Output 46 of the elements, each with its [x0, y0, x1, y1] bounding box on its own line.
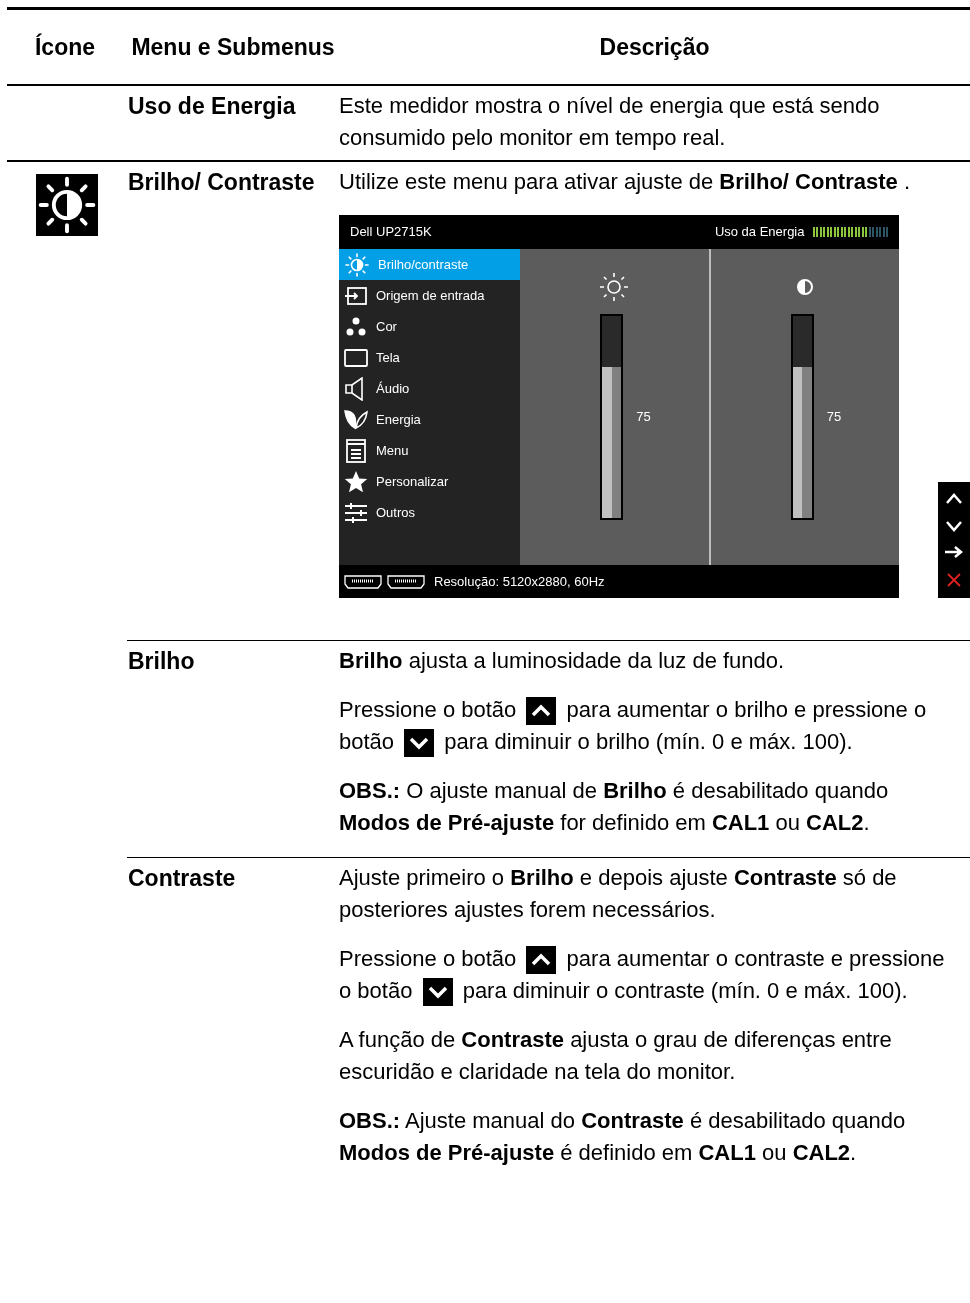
leaf-icon [344, 407, 368, 432]
column-header: Ícone [33, 32, 97, 62]
down-chevron-icon [404, 729, 435, 758]
sliders-icon [344, 500, 368, 525]
osd-menu-item[interactable]: Personalizar [339, 466, 520, 497]
energy-use-label: Uso da Energia [714, 223, 805, 242]
osd-menu-item[interactable]: Menu [339, 435, 520, 466]
column-header: Descrição [598, 33, 711, 62]
osd-menu-item[interactable]: Cor [339, 311, 520, 342]
brightness-icon [36, 174, 98, 236]
osd-menu-item[interactable]: Áudio [339, 373, 520, 404]
monitor-model: Dell UP2715K [350, 223, 432, 242]
up-chevron-icon [526, 697, 557, 726]
description-text: Brilho ajusta a luminosidade da luz de fundo. [339, 648, 785, 673]
video-port-icon [387, 574, 425, 589]
document-icon [344, 438, 368, 463]
description-text: OBS.: Ajuste manual do Contraste é desabilitado quando Modos de Pré-ajuste é definido em CAL1 ou CAL2. [339, 1108, 906, 1165]
slider-track[interactable] [790, 314, 814, 520]
slider-track[interactable] [600, 314, 624, 520]
description-text: Este medidor mostra o nível de energia que está sendo consumido pelo monitor em tempo real. [339, 93, 880, 150]
description-text: Pressione o botão para aumentar o brilho e pressione o botão para diminuir o brilho (mín. 0 e máx. 100). [339, 694, 962, 758]
close-icon [946, 571, 962, 588]
menu-name: Brilho [127, 647, 196, 676]
sun-icon [598, 271, 631, 303]
down-chevron-icon [422, 978, 453, 1007]
osd-menu-item[interactable]: Outros [339, 497, 520, 528]
up-chevron-icon [526, 946, 557, 975]
description-text: Pressione o botão para aumentar o contraste e pressione o botão para diminuir o contraste (mín. 0 e máx. 100). [339, 943, 962, 1007]
description-text: Ajuste primeiro o Brilho e depois ajuste Contraste só de posteriores ajustes forem necessários. [339, 865, 897, 922]
video-port-icon [344, 574, 382, 589]
brightness-icon [344, 251, 370, 278]
menu-name: Contraste [127, 864, 237, 893]
resolution-text: Resolução: 5120x2880, 60Hz [434, 572, 605, 591]
description-text: A função de Contraste ajusta o grau de diferenças entre escuridão e claridade na tela do monitor. [339, 1027, 892, 1084]
slider-value: 75 [636, 408, 652, 427]
slider-value: 75 [826, 408, 843, 427]
osd-menu-item[interactable]: Tela [339, 342, 520, 373]
menu-name: Brilho/ Contraste [127, 168, 316, 197]
menu-name: Uso de Energia [127, 92, 297, 121]
column-header: Menu e Submenus [130, 33, 336, 62]
osd-menu-item[interactable]: Origem de entrada [339, 280, 520, 311]
osd-menu-item[interactable]: Energia [339, 404, 520, 435]
right-arrow-icon [944, 545, 964, 560]
description-text: OBS.: O ajuste manual de Brilho é desabilitado quando Modos de Pré-ajuste for definido em CAL1 ou CAL2. [339, 778, 889, 835]
star-icon [344, 469, 368, 494]
description-text: Utilize este menu para ativar ajuste de Brilho/ Contraste . [339, 169, 910, 194]
